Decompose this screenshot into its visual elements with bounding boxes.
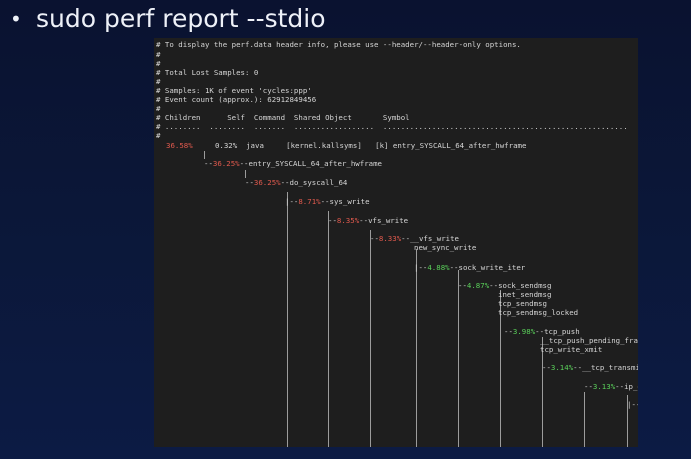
column-separators: # ........ ........ ....... ............… [156,122,628,131]
call-tree-row: --36.25%--do_syscall_64 [245,178,348,187]
call-tree-row: --8.35%--vfs_write [328,216,409,225]
call-tree-row: |-- [627,400,638,409]
call-tree-row: |--4.88%--sock_write_iter [414,263,526,272]
tree-connector [204,151,205,159]
tree-connector [416,249,417,447]
terminal-output: # To display the perf.data header info, … [154,38,638,447]
children-percent: 36.58% [166,141,193,150]
call-tree-row: --3.13%--ip_q [584,382,638,391]
title-bullet: • [10,7,22,31]
header-line: # To display the perf.data header info, … [156,40,521,49]
call-tree-row: --36.25%--entry_SYSCALL_64_after_hwframe [204,159,383,168]
title-text: sudo perf report --stdio [36,4,326,33]
call-tree-row: |--8.71%--sys_write [285,197,370,206]
header-line: # [156,131,161,140]
tree-connector [370,230,371,447]
call-tree-row: tcp_sendmsg_locked [498,308,579,317]
header-line: # Event count (approx.): 62912849456 [156,94,317,104]
tree-connector [245,170,246,178]
slide-title: • sudo perf report --stdio [10,2,326,36]
call-tree-row: tcp_write_xmit [540,345,603,354]
header-line: # Total Lost Samples: 0 [156,67,259,77]
tree-connector [458,270,459,447]
call-tree-row: new_sync_write [414,243,477,252]
top-entry-rest: 0.32% java [kernel.kallsyms] [k] entry_S… [192,141,527,150]
tree-connector [328,211,329,447]
call-tree-row: --3.14%--__tcp_transmit_ [542,363,638,372]
tree-connector [287,192,288,447]
top-entry-row: 36.58% 0.32% java [kernel.kallsyms] [k] … [166,141,526,151]
tree-connector [584,392,585,447]
